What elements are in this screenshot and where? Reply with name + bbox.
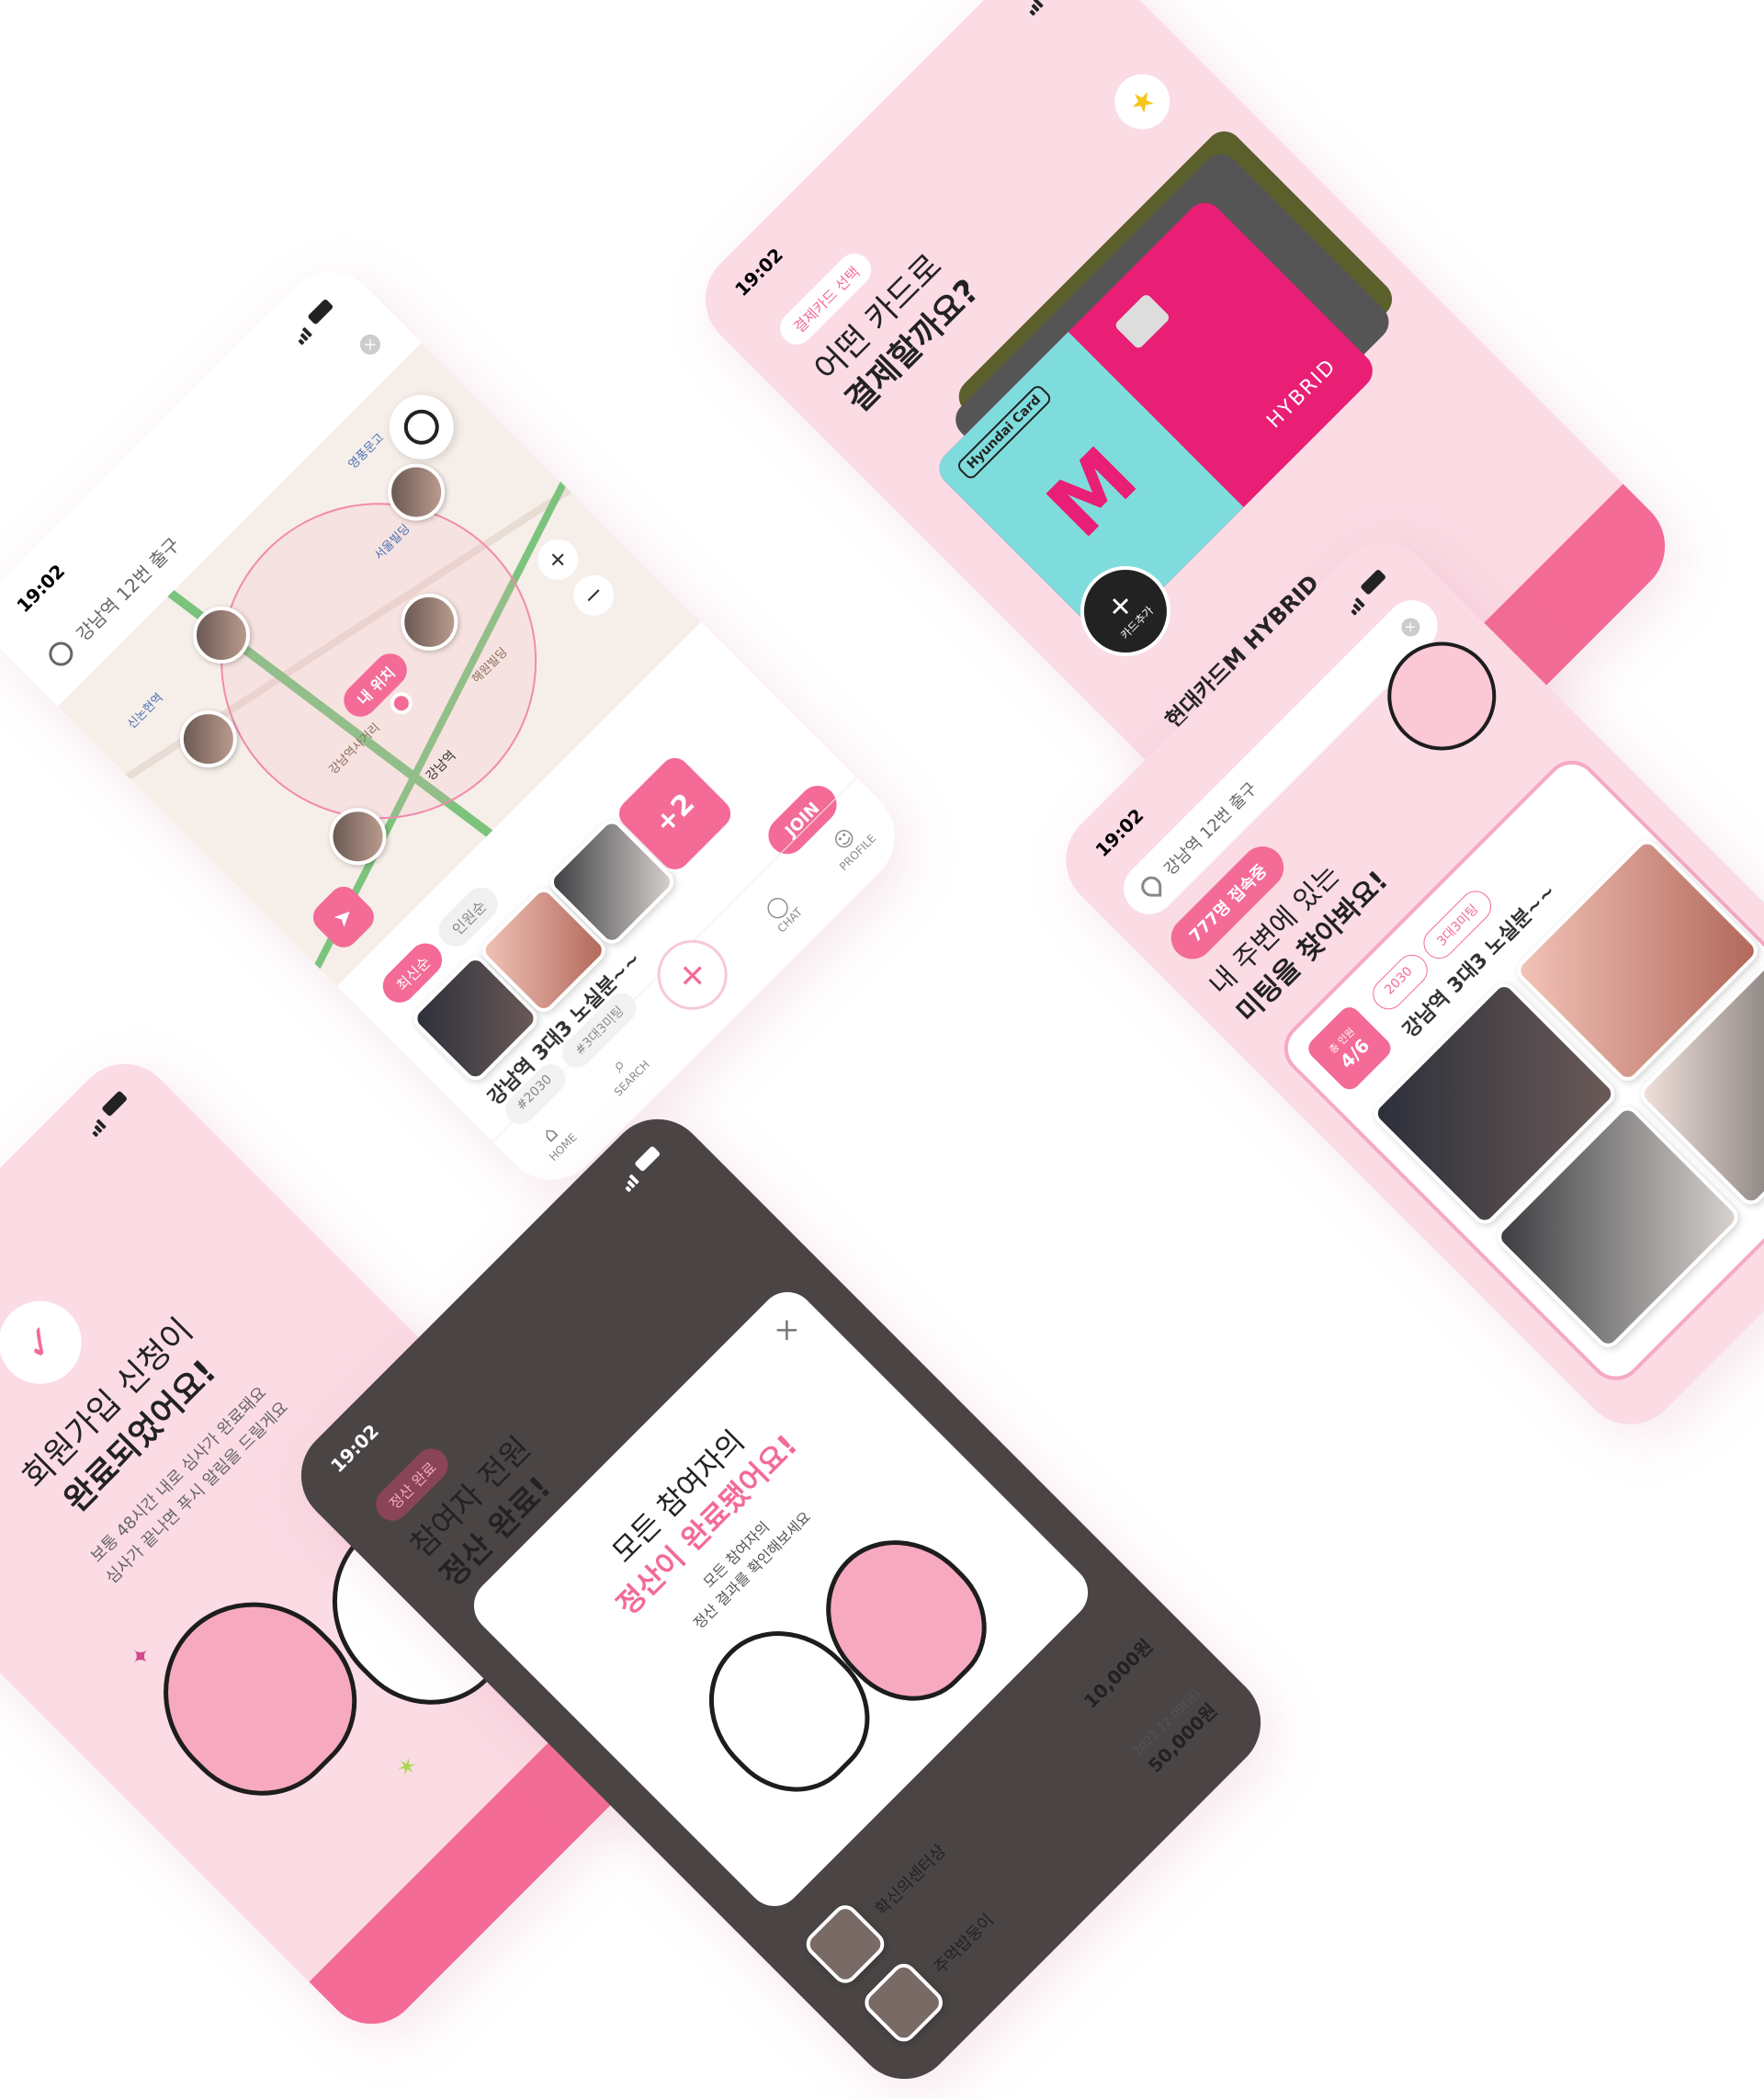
battery-icon <box>633 1145 661 1173</box>
gps-target-button[interactable] <box>376 381 468 473</box>
status-time: 19:02 <box>730 244 788 301</box>
battery-icon <box>1359 568 1386 596</box>
location-pin-icon <box>1141 876 1162 897</box>
member-count-badge: 총 인원 4/6 <box>1304 1003 1396 1095</box>
close-icon[interactable]: × <box>767 1310 807 1350</box>
nav-search[interactable]: ⌕ SEARCH <box>595 1041 651 1098</box>
map-label: 영풍문고 <box>345 431 388 472</box>
status-time: 19:02 <box>12 560 70 618</box>
crosshair-icon <box>396 402 447 452</box>
battery-icon <box>100 1090 128 1118</box>
status-time: 19:02 <box>1091 804 1148 862</box>
member-name: 주먹밥둥이 <box>930 1910 999 1979</box>
check-icon: ✓ <box>0 1284 99 1401</box>
map-label: 신논현역 <box>125 690 166 732</box>
star-button[interactable]: ★ <box>1102 62 1182 142</box>
status-time: 19:02 <box>326 1420 384 1478</box>
card-hybrid-label: HYBRID <box>1262 354 1341 434</box>
card-chip-icon <box>1114 292 1171 350</box>
zoom-out-button[interactable]: − <box>565 566 623 624</box>
target-icon <box>43 637 78 671</box>
map-screen: 19:02 강남역 12번 출구 × 강남역 신논현역 서울빌딩 강남역사거리 … <box>0 251 916 1201</box>
nav-home[interactable]: ⌂ HOME <box>530 1114 579 1163</box>
navigate-button[interactable]: ➤ <box>307 880 380 954</box>
clear-icon[interactable]: × <box>356 330 385 359</box>
battery-icon <box>306 298 334 325</box>
nav-chat[interactable]: ◯ CHAT <box>758 889 805 936</box>
clear-icon[interactable]: × <box>1397 614 1424 641</box>
nav-profile[interactable]: ☺ PROFILE <box>820 815 877 873</box>
